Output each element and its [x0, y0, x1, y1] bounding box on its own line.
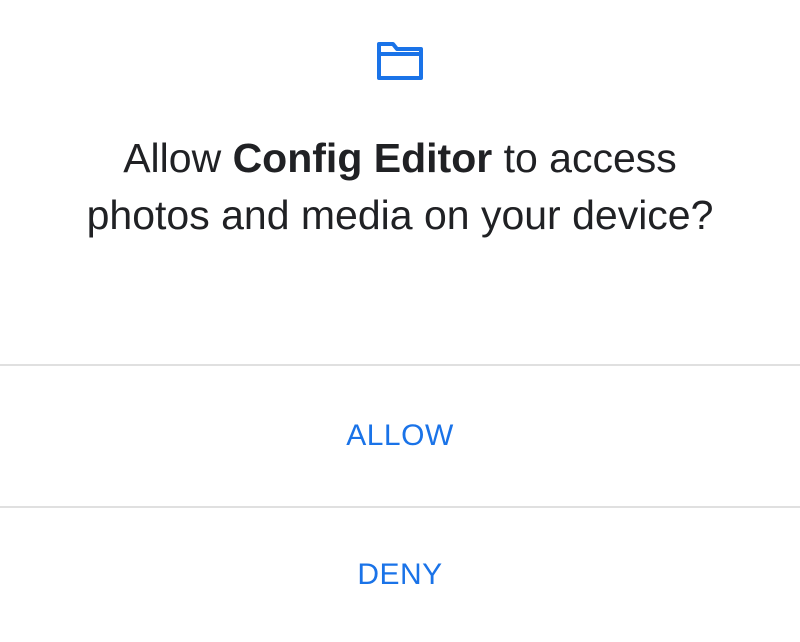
permission-message: Allow Config Editor to access photos and… [60, 130, 740, 244]
deny-button-label: DENY [357, 558, 443, 591]
deny-button[interactable]: DENY [0, 508, 800, 642]
app-name: Config Editor [232, 135, 493, 181]
allow-button[interactable]: ALLOW [0, 366, 800, 506]
allow-button-label: ALLOW [346, 419, 454, 452]
permission-dialog: Allow Config Editor to access photos and… [0, 0, 800, 642]
message-prefix: Allow [123, 135, 233, 181]
folder-icon-container [0, 40, 800, 84]
folder-icon [377, 42, 423, 80]
